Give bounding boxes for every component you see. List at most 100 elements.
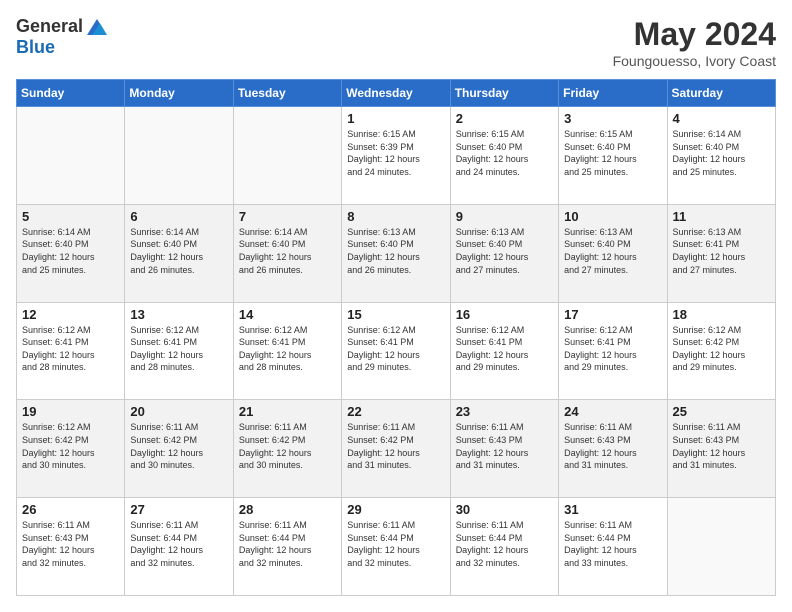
day-number: 24 xyxy=(564,404,661,419)
day-number: 10 xyxy=(564,209,661,224)
calendar-week-row: 1 Sunrise: 6:15 AM Sunset: 6:39 PM Daylig… xyxy=(17,107,776,205)
day-info: Sunrise: 6:11 AM Sunset: 6:42 PM Dayligh… xyxy=(130,421,227,471)
day-number: 20 xyxy=(130,404,227,419)
day-info: Sunrise: 6:11 AM Sunset: 6:44 PM Dayligh… xyxy=(456,519,553,569)
table-row: 22 Sunrise: 6:11 AM Sunset: 6:42 PM Dayli… xyxy=(342,400,450,498)
day-number: 29 xyxy=(347,502,444,517)
day-info: Sunrise: 6:11 AM Sunset: 6:43 PM Dayligh… xyxy=(22,519,119,569)
table-row: 7 Sunrise: 6:14 AM Sunset: 6:40 PM Daylig… xyxy=(233,204,341,302)
day-number: 22 xyxy=(347,404,444,419)
day-number: 4 xyxy=(673,111,770,126)
day-number: 23 xyxy=(456,404,553,419)
table-row: 29 Sunrise: 6:11 AM Sunset: 6:44 PM Dayli… xyxy=(342,498,450,596)
day-info: Sunrise: 6:13 AM Sunset: 6:40 PM Dayligh… xyxy=(456,226,553,276)
day-number: 1 xyxy=(347,111,444,126)
calendar-week-row: 5 Sunrise: 6:14 AM Sunset: 6:40 PM Daylig… xyxy=(17,204,776,302)
day-number: 15 xyxy=(347,307,444,322)
day-number: 6 xyxy=(130,209,227,224)
day-number: 27 xyxy=(130,502,227,517)
day-number: 13 xyxy=(130,307,227,322)
day-number: 16 xyxy=(456,307,553,322)
day-number: 17 xyxy=(564,307,661,322)
day-info: Sunrise: 6:11 AM Sunset: 6:43 PM Dayligh… xyxy=(456,421,553,471)
day-info: Sunrise: 6:15 AM Sunset: 6:40 PM Dayligh… xyxy=(564,128,661,178)
header: General Blue May 2024 Foungouesso, Ivory… xyxy=(16,16,776,69)
calendar-header-row: Sunday Monday Tuesday Wednesday Thursday… xyxy=(17,80,776,107)
col-monday: Monday xyxy=(125,80,233,107)
day-info: Sunrise: 6:14 AM Sunset: 6:40 PM Dayligh… xyxy=(130,226,227,276)
table-row: 6 Sunrise: 6:14 AM Sunset: 6:40 PM Daylig… xyxy=(125,204,233,302)
logo-blue-text: Blue xyxy=(16,37,55,57)
table-row: 3 Sunrise: 6:15 AM Sunset: 6:40 PM Daylig… xyxy=(559,107,667,205)
day-number: 28 xyxy=(239,502,336,517)
table-row: 25Sunrise: 6:11 AM Sunset: 6:43 PM Dayli… xyxy=(667,400,775,498)
logo-icon xyxy=(87,19,107,35)
table-row: 13Sunrise: 6:12 AM Sunset: 6:41 PM Dayli… xyxy=(125,302,233,400)
day-info: Sunrise: 6:12 AM Sunset: 6:42 PM Dayligh… xyxy=(673,324,770,374)
logo: General Blue xyxy=(16,16,107,58)
table-row: 31 Sunrise: 6:11 AM Sunset: 6:44 PM Dayli… xyxy=(559,498,667,596)
location: Foungouesso, Ivory Coast xyxy=(613,53,776,69)
day-info: Sunrise: 6:12 AM Sunset: 6:42 PM Dayligh… xyxy=(22,421,119,471)
title-block: May 2024 Foungouesso, Ivory Coast xyxy=(613,16,776,69)
table-row: 19 Sunrise: 6:12 AM Sunset: 6:42 PM Dayli… xyxy=(17,400,125,498)
table-row: 30 Sunrise: 6:11 AM Sunset: 6:44 PM Dayli… xyxy=(450,498,558,596)
day-info: Sunrise: 6:11 AM Sunset: 6:44 PM Dayligh… xyxy=(564,519,661,569)
day-info: Sunrise: 6:14 AM Sunset: 6:40 PM Dayligh… xyxy=(673,128,770,178)
day-number: 7 xyxy=(239,209,336,224)
day-info: Sunrise: 6:11 AM Sunset: 6:44 PM Dayligh… xyxy=(130,519,227,569)
table-row: 12Sunrise: 6:12 AM Sunset: 6:41 PM Dayli… xyxy=(17,302,125,400)
table-row: 15 Sunrise: 6:12 AM Sunset: 6:41 PM Dayli… xyxy=(342,302,450,400)
day-info: Sunrise: 6:11 AM Sunset: 6:42 PM Dayligh… xyxy=(347,421,444,471)
day-info: Sunrise: 6:11 AM Sunset: 6:43 PM Dayligh… xyxy=(564,421,661,471)
day-info: Sunrise: 6:14 AM Sunset: 6:40 PM Dayligh… xyxy=(239,226,336,276)
day-number: 11 xyxy=(673,209,770,224)
day-number: 3 xyxy=(564,111,661,126)
calendar-table: Sunday Monday Tuesday Wednesday Thursday… xyxy=(16,79,776,596)
day-number: 5 xyxy=(22,209,119,224)
calendar-week-row: 26 Sunrise: 6:11 AM Sunset: 6:43 PM Dayli… xyxy=(17,498,776,596)
table-row xyxy=(667,498,775,596)
day-number: 31 xyxy=(564,502,661,517)
day-info: Sunrise: 6:15 AM Sunset: 6:40 PM Dayligh… xyxy=(456,128,553,178)
day-number: 26 xyxy=(22,502,119,517)
col-friday: Friday xyxy=(559,80,667,107)
table-row: 17 Sunrise: 6:12 AM Sunset: 6:41 PM Dayli… xyxy=(559,302,667,400)
table-row: 8 Sunrise: 6:13 AM Sunset: 6:40 PM Daylig… xyxy=(342,204,450,302)
table-row: 20 Sunrise: 6:11 AM Sunset: 6:42 PM Dayli… xyxy=(125,400,233,498)
day-number: 30 xyxy=(456,502,553,517)
day-info: Sunrise: 6:15 AM Sunset: 6:39 PM Dayligh… xyxy=(347,128,444,178)
table-row: 2 Sunrise: 6:15 AM Sunset: 6:40 PM Daylig… xyxy=(450,107,558,205)
col-wednesday: Wednesday xyxy=(342,80,450,107)
logo-general-text: General xyxy=(16,16,83,37)
day-number: 12 xyxy=(22,307,119,322)
day-number: 19 xyxy=(22,404,119,419)
table-row: 28 Sunrise: 6:11 AM Sunset: 6:44 PM Dayli… xyxy=(233,498,341,596)
col-tuesday: Tuesday xyxy=(233,80,341,107)
day-info: Sunrise: 6:11 AM Sunset: 6:44 PM Dayligh… xyxy=(347,519,444,569)
table-row: 9Sunrise: 6:13 AM Sunset: 6:40 PM Daylig… xyxy=(450,204,558,302)
day-info: Sunrise: 6:13 AM Sunset: 6:40 PM Dayligh… xyxy=(564,226,661,276)
table-row xyxy=(125,107,233,205)
day-info: Sunrise: 6:13 AM Sunset: 6:40 PM Dayligh… xyxy=(347,226,444,276)
day-info: Sunrise: 6:12 AM Sunset: 6:41 PM Dayligh… xyxy=(347,324,444,374)
table-row: 14Sunrise: 6:12 AM Sunset: 6:41 PM Dayli… xyxy=(233,302,341,400)
day-number: 8 xyxy=(347,209,444,224)
table-row: 16Sunrise: 6:12 AM Sunset: 6:41 PM Dayli… xyxy=(450,302,558,400)
calendar-week-row: 19 Sunrise: 6:12 AM Sunset: 6:42 PM Dayli… xyxy=(17,400,776,498)
table-row: 1 Sunrise: 6:15 AM Sunset: 6:39 PM Daylig… xyxy=(342,107,450,205)
table-row: 11Sunrise: 6:13 AM Sunset: 6:41 PM Dayli… xyxy=(667,204,775,302)
col-thursday: Thursday xyxy=(450,80,558,107)
day-info: Sunrise: 6:11 AM Sunset: 6:44 PM Dayligh… xyxy=(239,519,336,569)
day-number: 18 xyxy=(673,307,770,322)
day-info: Sunrise: 6:12 AM Sunset: 6:41 PM Dayligh… xyxy=(564,324,661,374)
table-row: 18 Sunrise: 6:12 AM Sunset: 6:42 PM Dayli… xyxy=(667,302,775,400)
day-number: 14 xyxy=(239,307,336,322)
table-row xyxy=(233,107,341,205)
col-sunday: Sunday xyxy=(17,80,125,107)
table-row xyxy=(17,107,125,205)
table-row: 4 Sunrise: 6:14 AM Sunset: 6:40 PM Daylig… xyxy=(667,107,775,205)
table-row: 26 Sunrise: 6:11 AM Sunset: 6:43 PM Dayli… xyxy=(17,498,125,596)
day-number: 21 xyxy=(239,404,336,419)
day-number: 2 xyxy=(456,111,553,126)
